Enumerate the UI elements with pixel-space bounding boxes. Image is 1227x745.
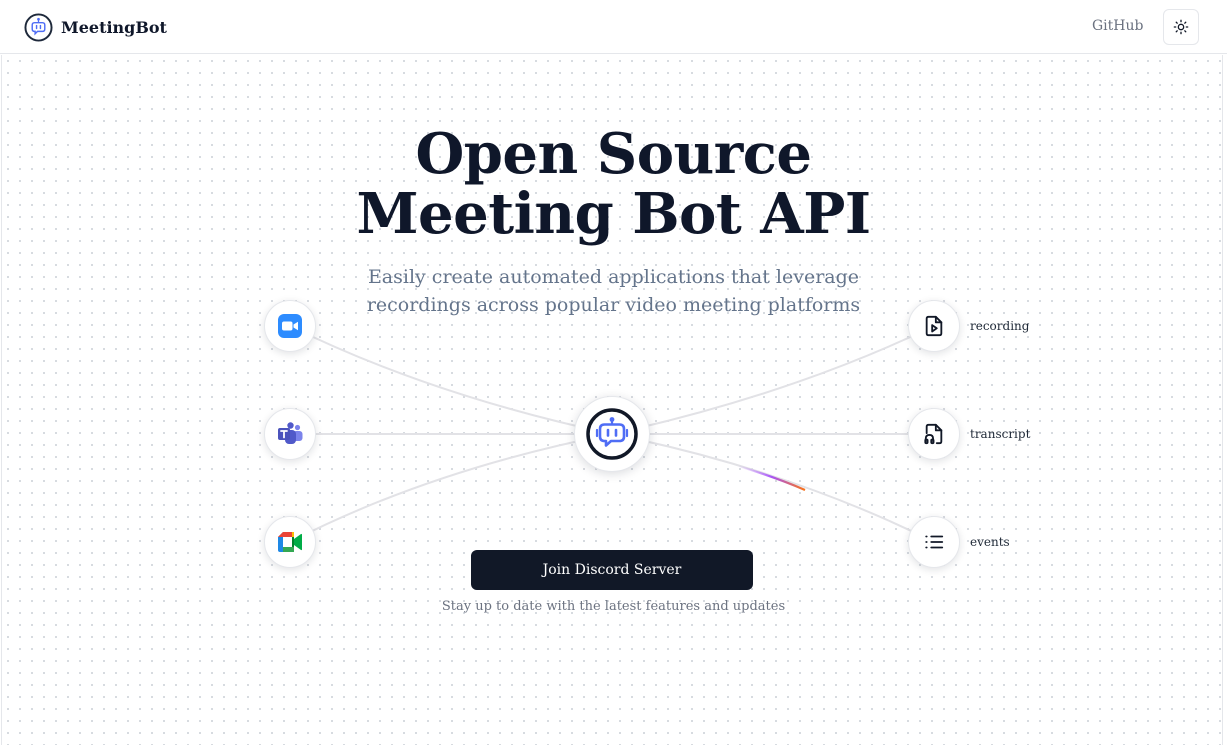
- microsoft-teams-icon: [278, 422, 303, 444]
- output-transcript-label: transcript: [970, 427, 1031, 441]
- hero-subtitle: Easily create automated applications tha…: [0, 263, 1227, 319]
- output-transcript: [908, 408, 960, 460]
- hero-subtitle-line-2: recordings across popular video meeting …: [366, 294, 861, 316]
- join-discord-button[interactable]: Join Discord Server: [471, 550, 753, 590]
- hero-title: Open Source Meeting Bot API: [0, 124, 1227, 244]
- brand-home-link[interactable]: MeetingBot: [24, 12, 167, 42]
- platform-microsoft-teams: [264, 408, 316, 460]
- platform-zoom: [264, 300, 316, 352]
- meetingbot-hub: [574, 396, 650, 472]
- hero-subtitle-line-1: Easily create automated applications tha…: [367, 266, 860, 288]
- github-link[interactable]: GitHub: [1092, 18, 1143, 34]
- hero-title-line-1: Open Source: [415, 121, 812, 187]
- meetingbot-logo-icon: [24, 12, 53, 42]
- cta-note: Stay up to date with the latest features…: [441, 599, 786, 614]
- google-meet-icon: [278, 532, 302, 552]
- list-icon: [925, 535, 944, 549]
- file-play-icon: [925, 315, 943, 337]
- output-recording-label: recording: [970, 319, 1030, 333]
- platform-google-meet: [264, 516, 316, 568]
- output-recording: [908, 300, 960, 352]
- theme-toggle-button[interactable]: [1163, 9, 1199, 45]
- zoom-icon: [278, 314, 302, 338]
- brand-name: MeetingBot: [61, 17, 167, 37]
- sun-icon: [1173, 19, 1189, 35]
- output-events-label: events: [970, 535, 1010, 549]
- output-events: [908, 516, 960, 568]
- file-audio-icon: [924, 423, 943, 445]
- meetingbot-hub-icon: [586, 408, 638, 460]
- top-navigation-bar: MeetingBot GitHub: [0, 0, 1227, 54]
- hero-title-line-2: Meeting Bot API: [356, 181, 871, 247]
